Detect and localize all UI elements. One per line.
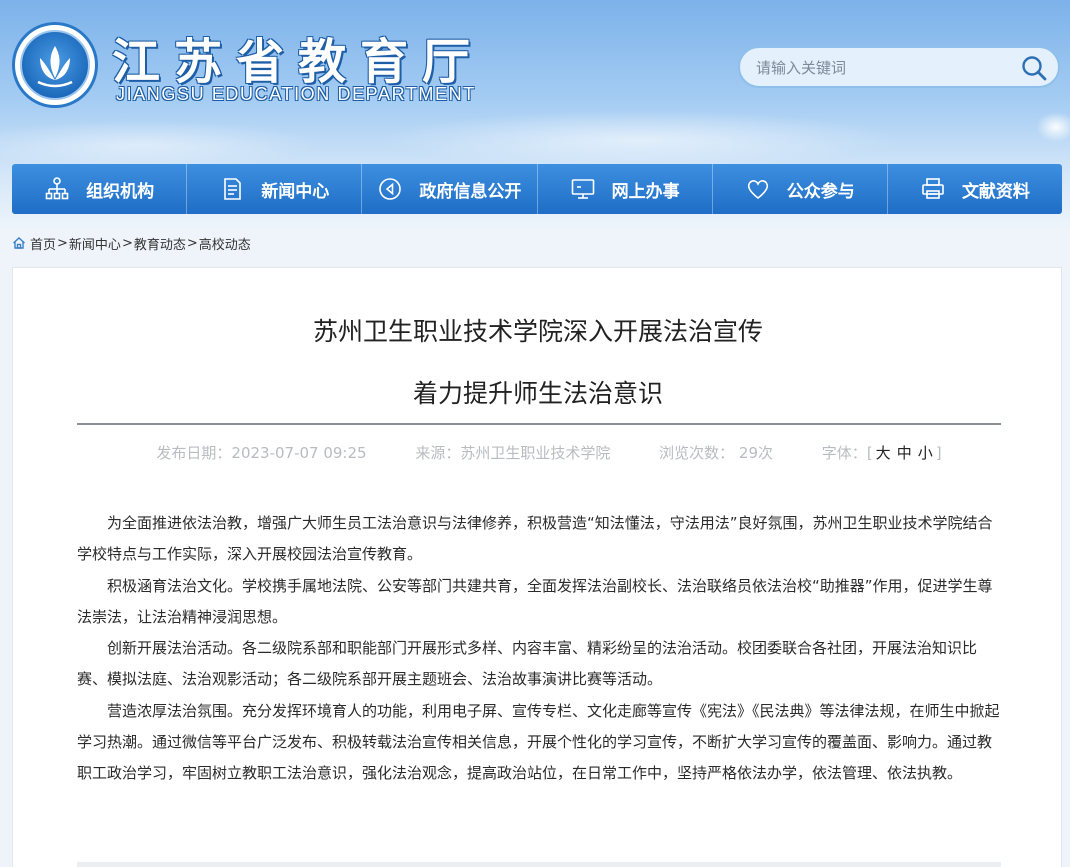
title-divider xyxy=(77,423,1001,425)
site-subtitle: JIANGSU EDUCATION DEPARTMENT xyxy=(116,84,476,104)
nav-item-news-center[interactable]: 新闻中心 xyxy=(187,164,363,214)
search-box xyxy=(738,46,1060,88)
article-paragraph: 营造浓厚法治氛围。充分发挥环境育人的功能，利用电子屏、宣传专栏、文化走廊等宣传《… xyxy=(77,701,1000,783)
nav-item-label: 政府信息公开 xyxy=(419,181,522,202)
nav-item-label: 网上办事 xyxy=(611,181,680,202)
article-paragraph: 为全面推进依法治教，增强广大师生员工法治意识与法律修养，积极营造“知法懂法，守法… xyxy=(77,514,993,564)
breadcrumb-university-news[interactable]: 高校动态 xyxy=(199,234,251,253)
article-body: 为全面推进依法治教，增强广大师生员工法治意识与法律修养，积极营造“知法懂法，守法… xyxy=(77,508,1003,790)
logo-emblem-icon xyxy=(20,30,90,100)
font-size-large-button[interactable]: 大 xyxy=(876,444,891,462)
printer-icon xyxy=(922,178,944,199)
view-count: 浏览次数： 29次 xyxy=(659,444,774,462)
breadcrumb-separator: > xyxy=(121,235,133,251)
header-cloud xyxy=(0,120,320,170)
main-nav: 组织机构 新闻中心 政府信息公开 网上办事 公众参与 文献资料 xyxy=(12,164,1062,214)
heart-icon xyxy=(747,180,768,200)
header-cloud xyxy=(380,110,900,170)
article-title-line-1: 苏州卫生职业技术学院深入开展法治宣传 xyxy=(312,317,763,346)
breadcrumb-education-news[interactable]: 教育动态 xyxy=(134,234,186,253)
nav-item-org-structure[interactable]: 组织机构 xyxy=(12,164,188,214)
breadcrumb-news-center[interactable]: 新闻中心 xyxy=(69,234,121,253)
monitor-icon xyxy=(571,179,594,199)
breadcrumb-separator: > xyxy=(57,235,68,251)
nav-item-label: 公众参与 xyxy=(786,181,855,202)
breadcrumb: 首页 > 新闻中心 > 教育动态 > 高校动态 xyxy=(12,234,251,253)
breadcrumb-separator: > xyxy=(186,235,198,251)
home-icon xyxy=(13,237,25,249)
article-title-line-2: 着力提升师生法治意识 xyxy=(412,379,663,408)
article-meta: 发布日期：2023-07-07 09:25 来源：苏州卫生职业技术学院 浏览次数… xyxy=(13,442,1063,463)
nav-item-label: 新闻中心 xyxy=(261,181,330,202)
font-size-control: 字体：[大中小] xyxy=(822,444,942,462)
bracket-close: ] xyxy=(935,444,942,462)
nav-item-documents[interactable]: 文献资料 xyxy=(888,164,1062,214)
org-chart-icon xyxy=(45,177,69,200)
nav-item-public-participation[interactable]: 公众参与 xyxy=(713,164,888,214)
site-logo[interactable] xyxy=(12,22,98,108)
publish-date: 发布日期：2023-07-07 09:25 xyxy=(156,444,367,462)
article-panel: 苏州卫生职业技术学院深入开展法治宣传 着力提升师生法治意识 发布日期：2023-… xyxy=(12,267,1062,867)
article-source: 来源：苏州卫生职业技术学院 xyxy=(415,444,611,462)
article-paragraph: 创新开展法治活动。各二级院系部和职能部门开展形式多样、内容丰富、精彩纷呈的法治活… xyxy=(77,639,978,689)
breadcrumb-home[interactable]: 首页 xyxy=(30,234,56,253)
play-circle-icon xyxy=(379,178,402,200)
article-paragraph: 积极涵育法治文化。学校携手属地法院、公安等部门共建共育，全面发挥法治副校长、法治… xyxy=(77,576,993,626)
nav-item-online-services[interactable]: 网上办事 xyxy=(538,164,713,214)
bracket-open: [ xyxy=(866,444,873,462)
nav-item-label: 文献资料 xyxy=(961,181,1030,202)
document-icon xyxy=(224,178,242,200)
search-icon[interactable] xyxy=(1020,54,1048,82)
header-sparkle xyxy=(1036,112,1070,142)
font-size-label: 字体： xyxy=(821,444,867,462)
font-size-small-button[interactable]: 小 xyxy=(918,444,933,462)
site-title: 江苏省教育厅 xyxy=(112,34,485,90)
search-input[interactable] xyxy=(756,56,1006,80)
nav-item-gov-info[interactable]: 政府信息公开 xyxy=(362,164,538,214)
article-footer-bar xyxy=(77,862,1001,867)
nav-item-label: 组织机构 xyxy=(86,181,155,202)
font-size-medium-button[interactable]: 中 xyxy=(897,444,912,462)
